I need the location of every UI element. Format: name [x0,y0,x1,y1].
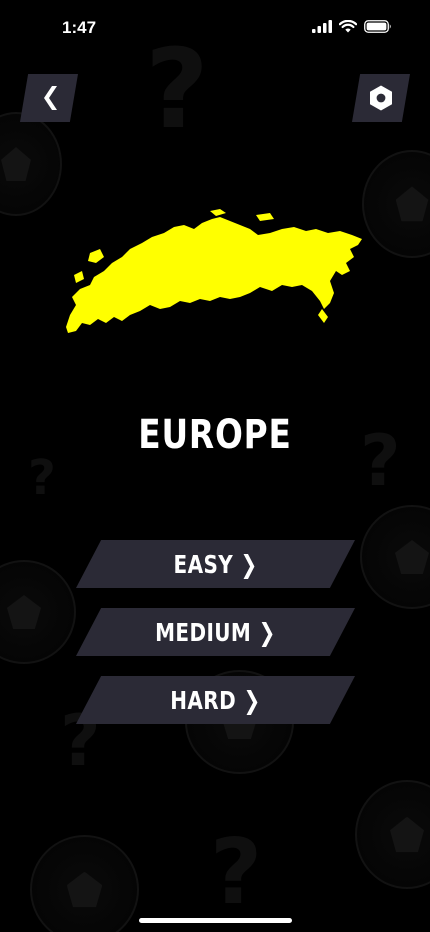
soccer-ball-decoration-icon [355,780,430,889]
region-title: EUROPE [138,412,292,458]
hard-button-label: HARD ❯ [170,685,261,715]
soccer-ball-decoration-icon [362,150,430,258]
soccer-ball-decoration-icon [360,505,430,609]
question-mark-decoration-icon: ? [28,450,56,506]
wifi-icon [339,20,357,33]
easy-button[interactable]: EASY ❯ [76,540,355,588]
back-button[interactable] [20,74,78,122]
easy-button-label: EASY ❯ [173,549,258,579]
signal-icon [312,20,332,33]
question-mark-decoration-icon: ? [210,820,263,925]
status-bar: 1:47 [0,0,430,60]
status-icons [312,20,392,33]
settings-button[interactable] [352,74,410,122]
medium-button[interactable]: MEDIUM ❯ [76,608,355,656]
medium-button-label: MEDIUM ❯ [155,617,276,647]
soccer-ball-decoration-icon [0,112,62,216]
soccer-ball-decoration-icon [30,835,139,932]
status-time: 1:47 [62,18,97,37]
hard-button[interactable]: HARD ❯ [76,676,355,724]
battery-icon [364,20,391,33]
home-indicator[interactable] [139,918,292,923]
screen: ? ? ? ? ? 1:47 EUROPE EASY ❯ MEDIUM ❯ HA… [0,0,430,932]
europe-map-image [66,209,362,333]
region-map [60,205,370,340]
chevron-left-icon [44,86,57,110]
hexagon-gear-icon [370,85,392,111]
soccer-ball-decoration-icon [0,560,76,664]
